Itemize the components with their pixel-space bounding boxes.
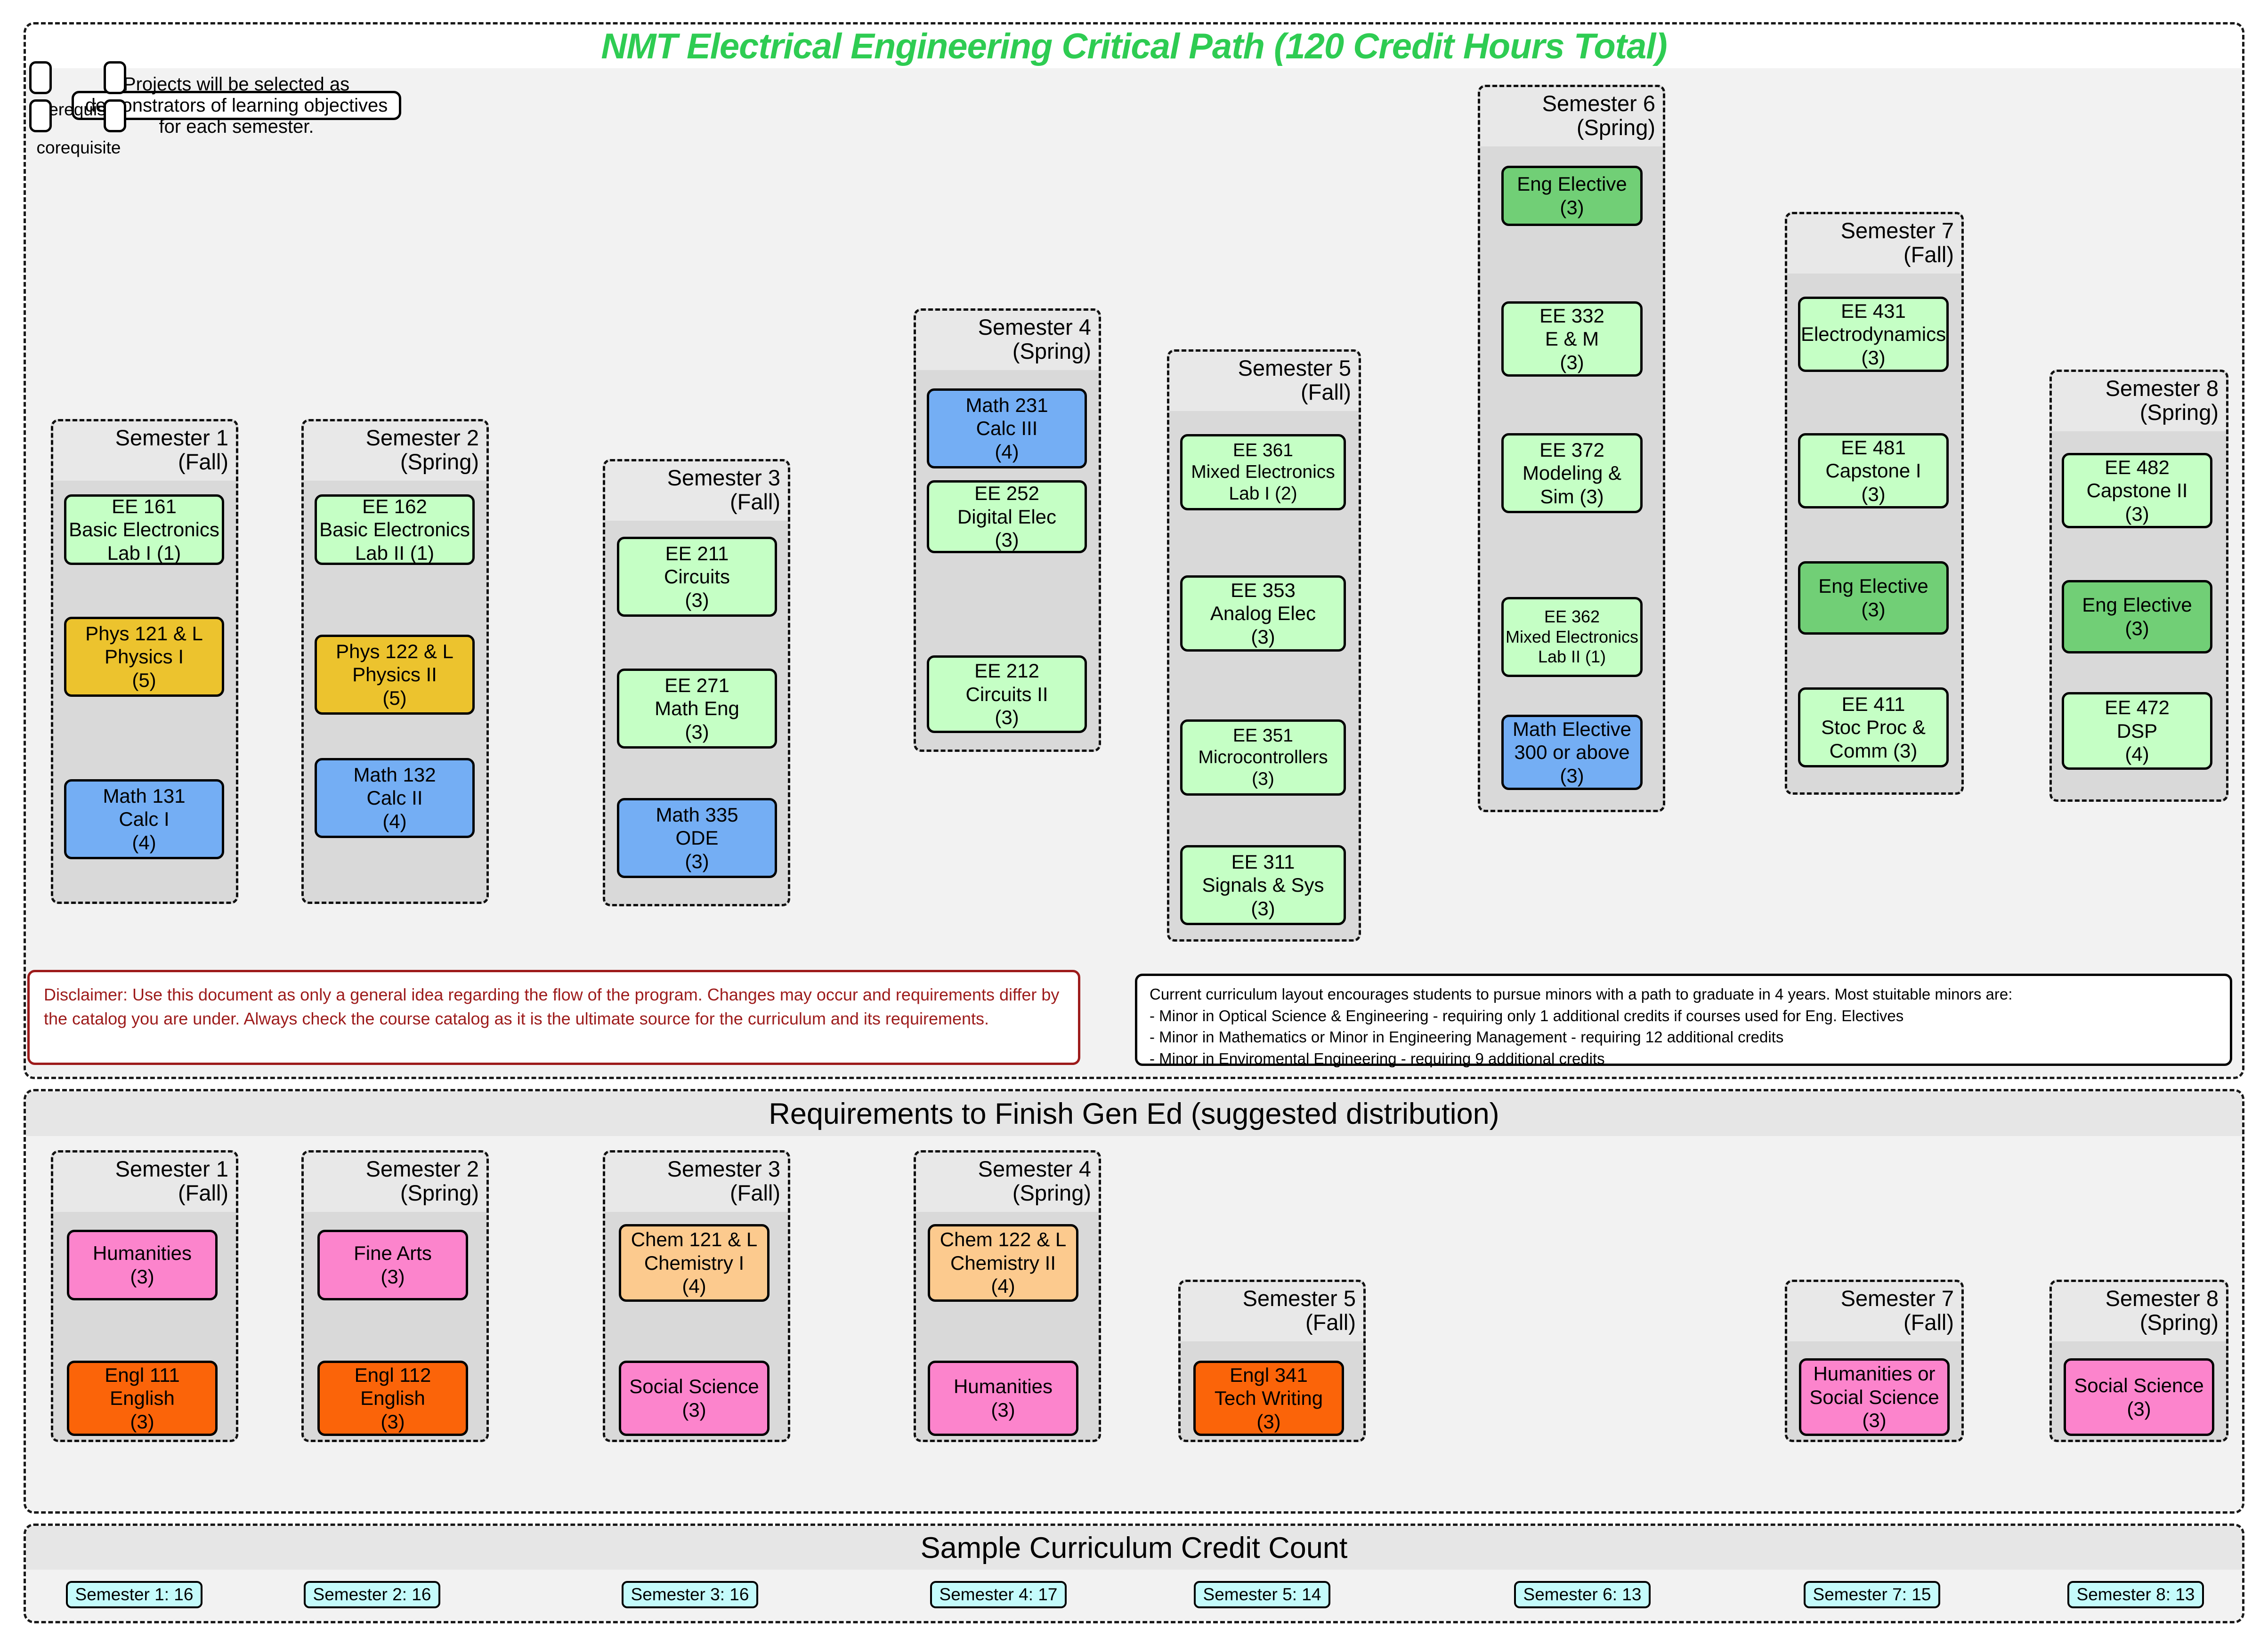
main-title-bar: NMT Electrical Engineering Critical Path… xyxy=(26,24,2242,68)
course-ee271[interactable]: EE 271 Math Eng (3) xyxy=(617,669,777,749)
gen-ed-title: Requirements to Finish Gen Ed (suggested… xyxy=(769,1097,1499,1130)
course-engl111[interactable]: Engl 111 English (3) xyxy=(67,1361,218,1436)
semester-4-title: Semester 4 (Spring) xyxy=(916,311,1099,370)
course-ee431[interactable]: EE 431 Electrodynamics (3) xyxy=(1798,297,1949,372)
semester-2-title: Semester 2 (Spring) xyxy=(304,421,486,481)
course-ee481[interactable]: EE 481 Capstone I (3) xyxy=(1798,433,1949,508)
course-humanities-or-social-science-s7[interactable]: Humanities or Social Science (3) xyxy=(1799,1358,1950,1436)
course-phys122[interactable]: Phys 122 & L Physics II (5) xyxy=(315,635,475,715)
course-math335[interactable]: Math 335 ODE (3) xyxy=(617,798,777,878)
gened-semester-8-title: Semester 8 (Spring) xyxy=(2052,1282,2226,1341)
legend-prereq-target-box xyxy=(104,61,126,94)
semester-7-title: Semester 7 (Fall) xyxy=(1787,214,1961,274)
course-ee353[interactable]: EE 353 Analog Elec (3) xyxy=(1180,575,1346,652)
semester-8-title: Semester 8 (Spring) xyxy=(2052,372,2226,431)
gen-ed-title-bar: Requirements to Finish Gen Ed (suggested… xyxy=(26,1091,2242,1136)
course-ee162[interactable]: EE 162 Basic Electronics Lab II (1) xyxy=(315,494,475,565)
course-math-elective[interactable]: Math Elective 300 or above (3) xyxy=(1501,715,1643,790)
page-title: NMT Electrical Engineering Critical Path… xyxy=(601,26,1667,66)
minors-line-3: - Minor in Enviromental Engineering - re… xyxy=(1150,1049,1605,1067)
credit-count-title: Sample Curriculum Credit Count xyxy=(920,1531,1348,1564)
credit-pill-semester-4: Semester 4: 17 xyxy=(930,1581,1067,1608)
course-ee311[interactable]: EE 311 Signals & Sys (3) xyxy=(1180,845,1346,925)
course-social-science-s8[interactable]: Social Science (3) xyxy=(2064,1358,2214,1436)
credit-pill-semester-2: Semester 2: 16 xyxy=(304,1581,440,1608)
minors-line-0: Current curriculum layout encourages stu… xyxy=(1150,985,2013,1003)
course-ee212[interactable]: EE 212 Circuits II (3) xyxy=(927,655,1087,733)
credit-pill-semester-8: Semester 8: 13 xyxy=(2067,1581,2204,1608)
course-ee362[interactable]: EE 362 Mixed Electronics Lab II (1) xyxy=(1501,597,1643,677)
course-ee211[interactable]: EE 211 Circuits (3) xyxy=(617,537,777,617)
credit-count-section: Sample Curriculum Credit Count xyxy=(24,1524,2244,1623)
course-math131[interactable]: Math 131 Calc I (4) xyxy=(64,779,224,859)
minors-box: Current curriculum layout encourages stu… xyxy=(1135,974,2232,1067)
course-ee351[interactable]: EE 351 Microcontrollers (3) xyxy=(1180,719,1346,796)
semester-3-title: Semester 3 (Fall) xyxy=(605,461,788,521)
course-math231[interactable]: Math 231 Calc III (4) xyxy=(927,388,1087,468)
course-ee472[interactable]: EE 472 DSP (4) xyxy=(2062,692,2212,770)
course-eng-elective-s7[interactable]: Eng Elective (3) xyxy=(1798,561,1949,635)
course-ee332[interactable]: EE 332 E & M (3) xyxy=(1501,301,1643,377)
course-humanities-s1[interactable]: Humanities (3) xyxy=(67,1230,218,1300)
gened-semester-1-title: Semester 1 (Fall) xyxy=(53,1153,236,1212)
credit-pill-semester-5: Semester 5: 14 xyxy=(1194,1581,1330,1608)
minors-line-2: - Minor in Mathematics or Minor in Engin… xyxy=(1150,1028,1784,1046)
gened-semester-4-title: Semester 4 (Spring) xyxy=(916,1153,1099,1212)
gened-semester-3-title: Semester 3 (Fall) xyxy=(605,1153,788,1212)
course-ee372[interactable]: EE 372 Modeling & Sim (3) xyxy=(1501,433,1643,513)
course-ee252[interactable]: EE 252 Digital Elec (3) xyxy=(927,480,1087,553)
course-eng-elective-s6[interactable]: Eng Elective (3) xyxy=(1501,166,1643,226)
course-math132[interactable]: Math 132 Calc II (4) xyxy=(315,758,475,838)
course-engl112[interactable]: Engl 112 English (3) xyxy=(317,1361,468,1436)
course-chem121[interactable]: Chem 121 & L Chemistry I (4) xyxy=(619,1224,770,1302)
course-chem122[interactable]: Chem 122 & L Chemistry II (4) xyxy=(928,1224,1078,1302)
credit-pill-semester-6: Semester 6: 13 xyxy=(1514,1581,1651,1608)
course-humanities-s4[interactable]: Humanities (3) xyxy=(928,1361,1078,1436)
course-ee411[interactable]: EE 411 Stoc Proc & Comm (3) xyxy=(1798,687,1949,767)
semester-5-title: Semester 5 (Fall) xyxy=(1169,352,1359,411)
credit-pill-semester-1: Semester 1: 16 xyxy=(66,1581,202,1608)
course-phys121[interactable]: Phys 121 & L Physics I (5) xyxy=(64,617,224,697)
legend-coreq-target-box xyxy=(104,99,126,132)
semester-1-title: Semester 1 (Fall) xyxy=(53,421,236,481)
gened-semester-7-title: Semester 7 (Fall) xyxy=(1787,1282,1961,1341)
gened-semester-5-title: Semester 5 (Fall) xyxy=(1181,1282,1363,1341)
legend-coreq-source-box xyxy=(29,99,52,132)
legend-prereq-source-box xyxy=(29,61,52,94)
minors-line-1: - Minor in Optical Science & Engineering… xyxy=(1150,1007,1904,1024)
semester-6-title: Semester 6 (Spring) xyxy=(1480,87,1663,146)
disclaimer-box: Disclaimer: Use this document as only a … xyxy=(27,970,1080,1065)
course-eng-elective-s8[interactable]: Eng Elective (3) xyxy=(2062,580,2212,653)
course-ee361[interactable]: EE 361 Mixed Electronics Lab I (2) xyxy=(1180,434,1346,510)
gened-semester-2-title: Semester 2 (Spring) xyxy=(304,1153,486,1212)
credit-pill-semester-3: Semester 3: 16 xyxy=(622,1581,758,1608)
credit-count-title-bar: Sample Curriculum Credit Count xyxy=(26,1526,2242,1570)
legend-corequisite-label: corequisite xyxy=(36,138,121,157)
course-ee482[interactable]: EE 482 Capstone II (3) xyxy=(2062,453,2212,528)
course-fine-arts[interactable]: Fine Arts (3) xyxy=(317,1230,468,1300)
credit-pill-semester-7: Semester 7: 15 xyxy=(1804,1581,1940,1608)
course-social-science-s3[interactable]: Social Science (3) xyxy=(619,1361,770,1436)
course-engl341[interactable]: Engl 341 Tech Writing (3) xyxy=(1193,1361,1344,1436)
course-ee161[interactable]: EE 161 Basic Electronics Lab I (1) xyxy=(64,494,224,565)
